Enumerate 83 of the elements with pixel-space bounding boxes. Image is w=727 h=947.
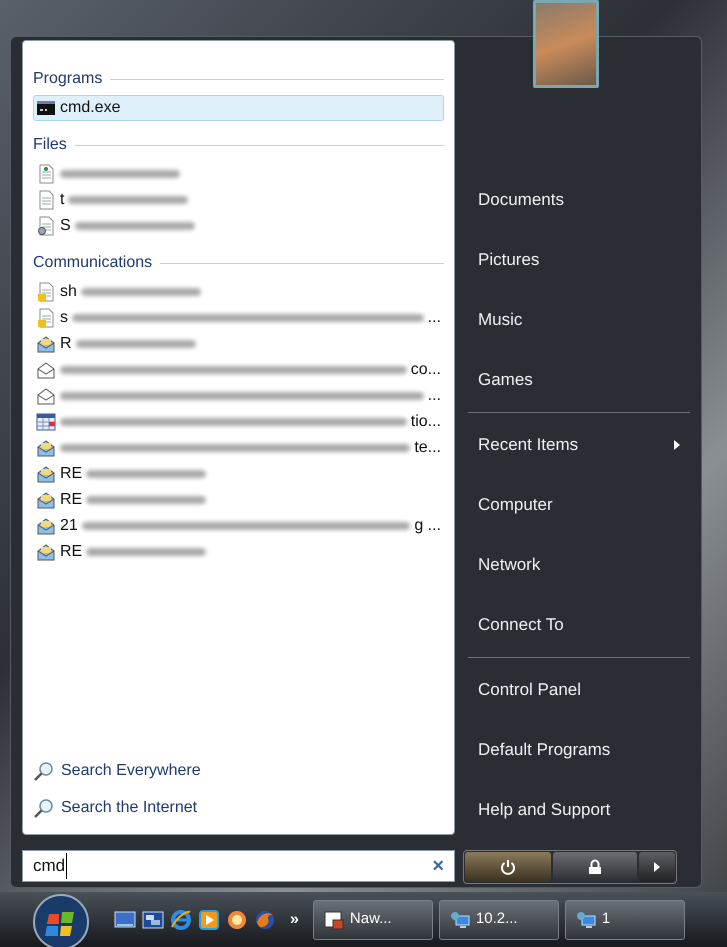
taskbar-button[interactable]: 10.2...	[438, 900, 559, 940]
item-text: g ...	[414, 516, 441, 536]
lock-button[interactable]	[553, 852, 637, 882]
envelope-icon	[36, 360, 56, 380]
result-item[interactable]: RE	[33, 539, 444, 565]
taskbar-button[interactable]: 1	[564, 900, 685, 940]
item-text: RE	[60, 490, 82, 510]
envelope-open-icon	[36, 516, 56, 536]
item-text: ...	[428, 386, 441, 406]
section-heading: Programs	[33, 69, 102, 89]
globe-fox-icon[interactable]	[254, 908, 276, 930]
calendar-icon	[36, 412, 56, 432]
result-item[interactable]: 21 g ...	[33, 513, 444, 539]
console-icon	[36, 98, 56, 118]
arrow-right-icon	[653, 862, 661, 872]
browser-e-icon[interactable]	[170, 908, 192, 930]
play-icon[interactable]	[198, 908, 220, 930]
padlock-icon	[587, 859, 603, 875]
item-text: R	[60, 334, 72, 354]
envelope-open-icon	[36, 490, 56, 510]
envelope-icon	[36, 386, 56, 406]
menu-item[interactable]: Music	[468, 290, 690, 350]
item-text: te...	[414, 438, 441, 458]
desktop-icon[interactable]	[114, 908, 136, 930]
result-item[interactable]: sh	[33, 279, 444, 305]
result-item[interactable]: ...	[33, 383, 444, 409]
section-heading: Communications	[33, 253, 152, 273]
result-item[interactable]: RE	[33, 487, 444, 513]
power-button[interactable]	[465, 852, 551, 882]
item-text: t	[60, 190, 64, 210]
envelope-open-icon	[36, 464, 56, 484]
item-text: RE	[60, 542, 82, 562]
item-text: co...	[410, 360, 441, 380]
menu-item[interactable]: Default Programs	[468, 720, 690, 780]
clear-button[interactable]: ×	[432, 856, 444, 876]
menu-item[interactable]: Games	[468, 350, 690, 410]
search-icon	[33, 796, 55, 818]
taskbar-button[interactable]: Naw...	[312, 900, 433, 940]
search-icon	[33, 760, 55, 782]
item-text: S	[60, 216, 71, 236]
windows-icon[interactable]	[142, 908, 164, 930]
search-field[interactable]: cmd ×	[22, 850, 455, 882]
result-item[interactable]: te...	[33, 435, 444, 461]
result-item[interactable]: RE	[33, 461, 444, 487]
result-item[interactable]: S	[33, 213, 444, 239]
menu-item[interactable]: Computer	[468, 475, 690, 535]
more-chevron[interactable]: »	[290, 908, 299, 932]
network-computer-icon	[576, 910, 596, 930]
menu-item[interactable]: Network	[468, 535, 690, 595]
item-text: sh	[60, 282, 77, 302]
network-computer-icon	[450, 910, 470, 930]
note-file-icon	[36, 308, 56, 328]
menu-item[interactable]: Recent Items	[468, 415, 690, 475]
result-item[interactable]: tio...	[33, 409, 444, 435]
options-button[interactable]	[639, 852, 675, 882]
result-item[interactable]: t	[33, 187, 444, 213]
envelope-open-icon	[36, 542, 56, 562]
note-file-icon	[36, 282, 56, 302]
result-item[interactable]: R	[33, 331, 444, 357]
menu-item[interactable]: Control Panel	[468, 660, 690, 720]
envelope-open-icon	[36, 438, 56, 458]
search-value: cmd	[33, 853, 68, 879]
item-text: cmd.exe	[60, 98, 120, 118]
menu-item[interactable]: Pictures	[468, 230, 690, 290]
chat-icon[interactable]	[226, 908, 248, 930]
search-link[interactable]: Search Everywhere	[33, 752, 444, 789]
item-text: ...	[428, 308, 441, 328]
app-window-icon	[324, 910, 344, 930]
item-text: RE	[60, 464, 82, 484]
result-item[interactable]: s ...	[33, 305, 444, 331]
item-text: tio...	[410, 412, 441, 432]
menu-item[interactable]: Help and Support	[468, 780, 690, 840]
section-heading: Files	[33, 135, 67, 155]
menu-item[interactable]: Documents	[468, 170, 690, 230]
menu-item[interactable]: Connect To	[468, 595, 690, 655]
power-icon	[500, 859, 516, 875]
result-item[interactable]: cmd.exe	[33, 95, 444, 121]
item-text: 21	[60, 516, 78, 536]
result-item[interactable]: co...	[33, 357, 444, 383]
search-link[interactable]: Search the Internet	[33, 789, 444, 826]
gear-file-icon	[36, 216, 56, 236]
item-text: s	[60, 308, 68, 328]
envelope-open-icon	[36, 334, 56, 354]
